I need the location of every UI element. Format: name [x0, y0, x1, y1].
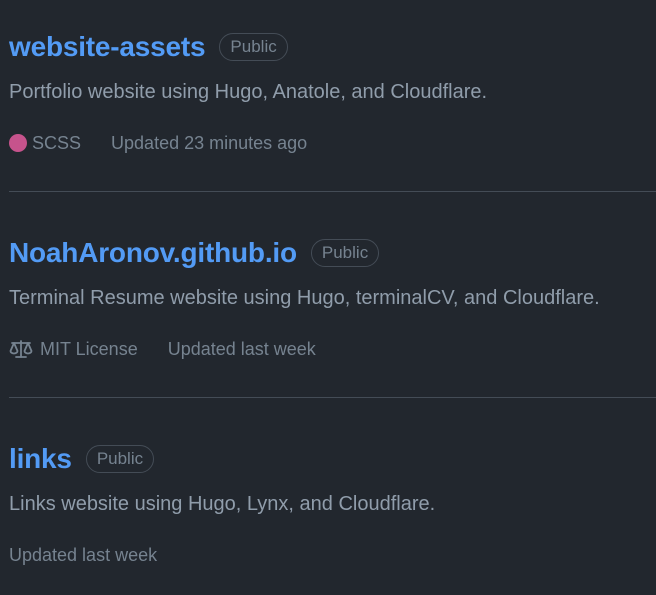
- language-info: SCSS: [9, 131, 81, 155]
- updated-timestamp: Updated 23 minutes ago: [111, 133, 308, 153]
- repo-title-row: website-assets Public: [9, 29, 656, 65]
- repo-meta: Updated last week: [9, 543, 656, 567]
- repository-list: website-assets Public Portfolio website …: [0, 0, 656, 595]
- repo-description: Links website using Hugo, Lynx, and Clou…: [9, 493, 436, 515]
- language-label: SCSS: [32, 133, 82, 153]
- visibility-badge: Public: [85, 445, 155, 473]
- repo-item: website-assets Public Portfolio website …: [9, 29, 656, 155]
- visibility-badge: Public: [310, 239, 380, 267]
- repo-meta: MIT License Updated last week: [9, 337, 656, 361]
- license-info[interactable]: MIT License: [9, 337, 138, 361]
- repo-meta: SCSS Updated 23 minutes ago: [9, 131, 656, 155]
- repo-item: links Public Links website using Hugo, L…: [9, 441, 656, 567]
- repo-description: Portfolio website using Hugo, Anatole, a…: [9, 81, 488, 103]
- repo-name-link[interactable]: links: [9, 441, 72, 477]
- repo-name-link[interactable]: website-assets: [9, 29, 206, 65]
- repo-title-row: NoahAronov.github.io Public: [9, 235, 656, 271]
- repo-description: Terminal Resume website using Hugo, term…: [9, 287, 600, 309]
- law-icon: [9, 340, 33, 358]
- updated-timestamp: Updated last week: [167, 339, 316, 359]
- divider: [9, 191, 656, 192]
- repo-name-link[interactable]: NoahAronov.github.io: [9, 235, 297, 271]
- updated-timestamp: Updated last week: [9, 545, 158, 565]
- visibility-badge: Public: [219, 33, 288, 61]
- divider: [9, 397, 656, 398]
- repo-title-row: links Public: [9, 441, 656, 477]
- repo-item: NoahAronov.github.io Public Terminal Res…: [9, 235, 656, 361]
- license-label: MIT License: [40, 339, 138, 359]
- language-color-dot: [9, 134, 27, 152]
